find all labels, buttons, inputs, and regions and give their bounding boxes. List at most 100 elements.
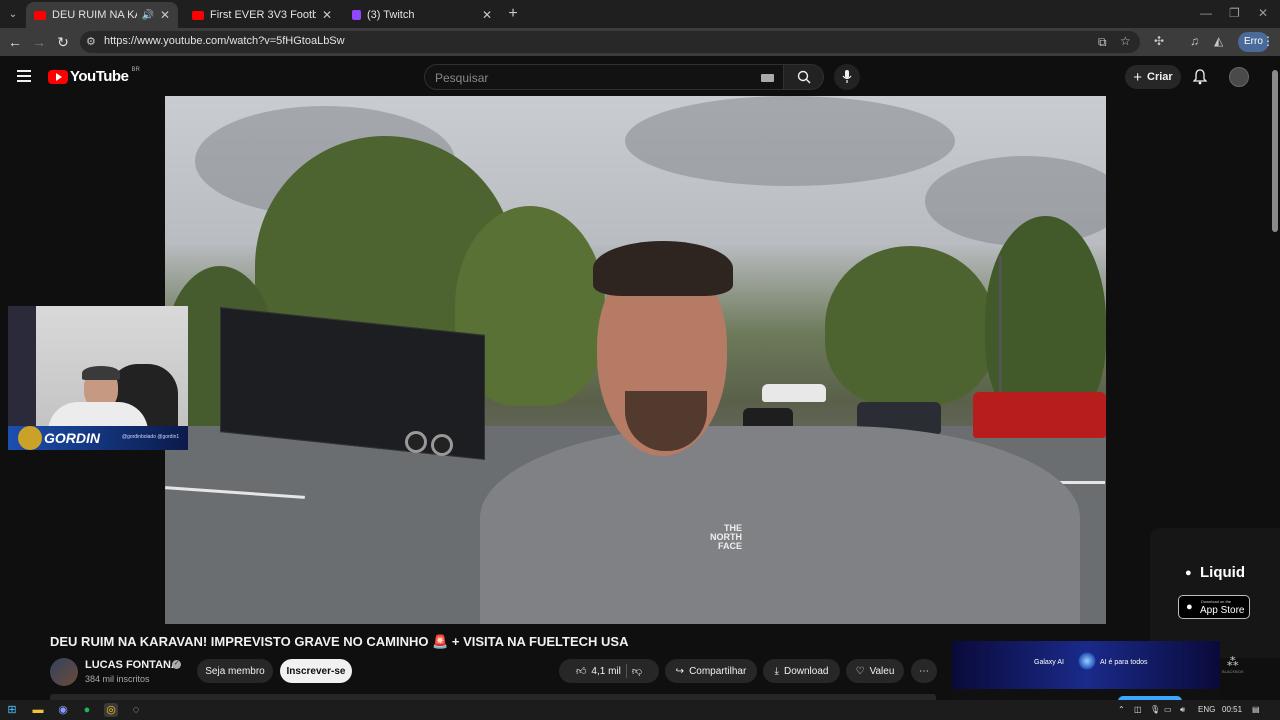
language-indicator[interactable]: ENG (1198, 705, 1215, 714)
sponsor-text: BLACKBOX (1222, 669, 1244, 674)
join-button[interactable]: Seja membro (197, 659, 273, 683)
app-store-badge[interactable]: ● Download on the App Store (1178, 595, 1250, 619)
youtube-masthead: YouTube BR + Criar (0, 58, 1270, 96)
video-player[interactable]: THE NORTH FACE (165, 96, 1106, 624)
reload-icon[interactable]: ↻ (55, 34, 71, 50)
verified-check-icon: ✓ (172, 660, 181, 669)
address-bar[interactable]: ⚙ https://www.youtube.com/watch?v=5fHGto… (80, 31, 1140, 53)
ai-spark-icon (1078, 652, 1096, 670)
new-tab-icon[interactable]: + (504, 5, 522, 23)
page-scrollbar-thumb[interactable] (1272, 70, 1278, 232)
channel-name[interactable]: LUCAS FONTANA (85, 659, 179, 671)
browser-tab-active[interactable]: DEU RUIM NA KARAVAN! IMPREVISTO 🔊 ✕ (26, 2, 178, 28)
more-actions-button[interactable]: ⋯ (911, 659, 937, 683)
search-input[interactable] (435, 69, 735, 87)
person-jacket (480, 426, 1080, 624)
extensions-icon[interactable]: ✣ (1154, 34, 1164, 48)
tray-overflow-icon[interactable]: ⌃ (1118, 705, 1125, 714)
volume-icon[interactable]: 🔊︎ (1180, 705, 1185, 715)
tab-search-chevron-icon[interactable]: ⌄ (4, 5, 22, 23)
discord-icon[interactable]: ◉ (56, 703, 70, 717)
account-avatar[interactable] (1229, 67, 1249, 87)
speaker-icon[interactable]: 🔊 (141, 10, 153, 21)
clock[interactable]: 00:51 (1222, 705, 1242, 714)
heart-dollar-icon: ♡ (855, 665, 865, 677)
subscriber-count: 384 mil inscritos (85, 674, 150, 684)
notification-center-icon[interactable]: ▤ (1252, 705, 1260, 714)
ai-tagline: AI é para todos (1100, 659, 1148, 666)
close-tab-icon[interactable]: ✕ (160, 8, 170, 22)
like-dislike-group: 👍︎ 4,1 mil 👎︎ (559, 659, 659, 683)
tray-app-icon[interactable]: ◫ (1134, 705, 1142, 714)
search-button[interactable] (784, 64, 824, 90)
download-button[interactable]: ⤓ Download (763, 659, 840, 683)
gold-badge-icon (18, 426, 42, 450)
spotify-icon[interactable]: ● (80, 703, 94, 717)
dislike-button[interactable]: 👎︎ (632, 665, 642, 677)
logo-text: YouTube (70, 68, 129, 85)
microphone-tray-icon[interactable]: 🎙︎ (1150, 705, 1160, 714)
divider (625, 664, 627, 678)
plus-icon: + (1133, 68, 1143, 86)
liquid-brand: Liquid (1200, 564, 1245, 581)
browser-toolbar: ← → ↻ ⚙ https://www.youtube.com/watch?v=… (0, 28, 1280, 56)
twitch-favicon-icon (352, 10, 361, 20)
person-hair (593, 241, 733, 296)
browser-tab-twitch[interactable]: (3) Twitch ✕ (344, 2, 500, 28)
sponsor-mark: ⁂ BLACKBOX (1222, 655, 1244, 674)
file-explorer-icon[interactable]: ▬ (31, 703, 45, 717)
the-north-face-logo: THE NORTH FACE (710, 523, 742, 551)
streamer-name: GORDIN (44, 430, 100, 446)
tree (825, 246, 995, 406)
browser-tab-football[interactable]: First EVER 3V3 Football Tournament ✕ (184, 2, 340, 28)
galaxy-ai-text: Galaxy AI (1034, 659, 1064, 666)
youtube-logo[interactable]: YouTube BR (48, 67, 140, 85)
share-button[interactable]: ↪ Compartilhar (665, 659, 757, 683)
obs-icon[interactable]: ◌ (129, 703, 143, 717)
youtube-favicon-icon (34, 10, 46, 20)
thanks-label: Valeu (869, 665, 895, 677)
forward-icon[interactable]: → (31, 34, 47, 50)
like-button[interactable]: 👍︎ 4,1 mil (576, 665, 621, 678)
streamer-cap (82, 366, 120, 380)
thanks-button[interactable]: ♡ Valeu (846, 659, 904, 683)
tab-title: DEU RUIM NA KARAVAN! IMPREVISTO (52, 9, 137, 21)
network-icon[interactable]: ▭ (1164, 705, 1172, 714)
close-tab-icon[interactable]: ✕ (322, 8, 332, 22)
trailer-wheel (431, 434, 453, 456)
windows-taskbar: ⊞ ▬ ◉ ● ◎ ◌ ⌃ ◫ 🎙︎ ▭ 🔊︎ ENG 00:51 ▤ (0, 700, 1280, 720)
drop-icon: ● (1185, 567, 1192, 579)
share-icon: ↪ (675, 665, 685, 677)
apple-icon: ● (1186, 601, 1193, 613)
sidebar-promo[interactable]: Galaxy AI AI é para todos (952, 641, 1220, 700)
notifications-button[interactable] (1192, 69, 1208, 90)
lamp-post (999, 256, 1002, 396)
install-app-icon[interactable]: ⧉ (1098, 35, 1107, 50)
keyboard-icon[interactable] (761, 74, 774, 82)
appstore-big-text: App Store (1200, 605, 1245, 616)
bookmark-star-icon[interactable]: ☆ (1120, 34, 1131, 48)
subscribe-button[interactable]: Inscrever-se (280, 659, 352, 683)
site-settings-icon[interactable]: ⚙ (86, 35, 96, 48)
profile-icon[interactable]: ◭ (1214, 34, 1223, 48)
guide-menu-icon[interactable] (17, 70, 31, 82)
browser-menu-icon[interactable]: ⋮ (1262, 34, 1274, 48)
create-button[interactable]: + Criar (1125, 65, 1181, 89)
chrome-icon[interactable]: ◎ (104, 703, 118, 717)
video-title: DEU RUIM NA KARAVAN! IMPREVISTO GRAVE NO… (50, 634, 629, 649)
close-window-icon[interactable]: ✕ (1258, 6, 1268, 20)
minimize-icon[interactable]: — (1200, 6, 1212, 20)
appstore-small-text: Download on the (1201, 599, 1232, 604)
media-controls-icon[interactable]: ♫ (1190, 34, 1199, 48)
close-tab-icon[interactable]: ✕ (482, 8, 492, 22)
youtube-favicon-icon (192, 10, 204, 20)
restore-icon[interactable]: ❐ (1229, 6, 1240, 20)
windows-start-icon[interactable]: ⊞ (5, 703, 19, 717)
search-box[interactable] (424, 64, 784, 90)
voice-search-button[interactable] (834, 64, 860, 90)
liquid-ad-overlay[interactable]: ● Liquid ● Download on the App Store (1150, 528, 1280, 658)
microphone-icon (842, 70, 852, 83)
back-icon[interactable]: ← (7, 34, 23, 50)
thumbs-down-icon: 👎︎ (631, 666, 643, 677)
channel-avatar[interactable] (50, 658, 78, 686)
